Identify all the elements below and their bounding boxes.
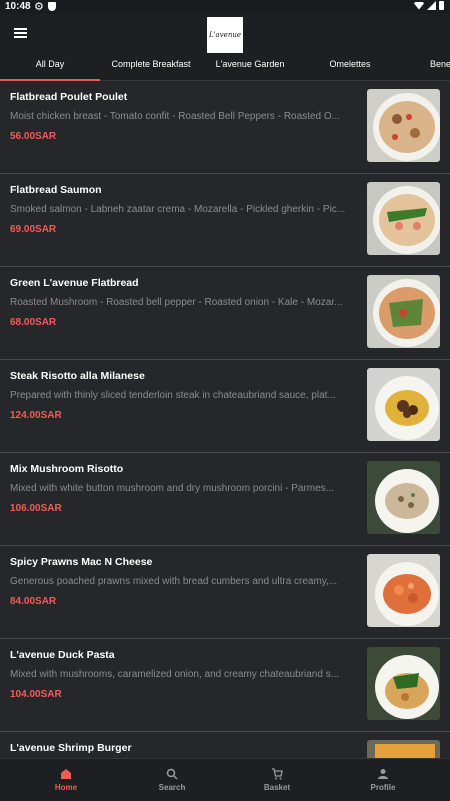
status-time: 10:48	[5, 1, 31, 12]
item-photo	[367, 368, 440, 441]
nav-profile[interactable]: Profile	[333, 759, 433, 801]
item-name: Flatbread Saumon	[10, 184, 102, 196]
category-tabs: All Day Complete Breakfast L'avenue Gard…	[0, 56, 450, 81]
item-photo	[367, 647, 440, 720]
item-description: Mixed with mushrooms, caramelized onion,…	[10, 669, 340, 680]
item-photo	[367, 461, 440, 534]
nav-profile-label: Profile	[370, 783, 396, 792]
item-name: Green L'avenue Flatbread	[10, 277, 139, 289]
menu-item[interactable]: L'avenue Duck Pasta Mixed with mushrooms…	[0, 638, 450, 732]
item-name: L'avenue Duck Pasta	[10, 649, 115, 661]
item-name: Flatbread Poulet Poulet	[10, 91, 128, 103]
item-name: Spicy Prawns Mac N Cheese	[10, 556, 153, 568]
item-name: Mix Mushroom Risotto	[10, 463, 124, 475]
bottom-nav: Home Search Basket Profile	[0, 758, 450, 801]
item-description: Roasted Mushroom - Roasted bell pepper -…	[10, 297, 343, 308]
item-photo	[367, 554, 440, 627]
tab-all-day[interactable]: All Day	[0, 56, 100, 81]
item-price: 56.00SAR	[10, 131, 57, 142]
nav-home-label: Home	[54, 783, 78, 792]
menu-item[interactable]: Flatbread Saumon Smoked salmon - Labneh …	[0, 173, 450, 267]
battery-icon	[439, 1, 444, 10]
item-price: 84.00SAR	[10, 596, 57, 607]
item-price: 104.00SAR	[10, 689, 62, 700]
nav-home[interactable]: Home	[16, 759, 116, 801]
restaurant-logo: L'avenue	[207, 17, 243, 53]
menu-icon[interactable]	[14, 28, 27, 38]
menu-item[interactable]: L'avenue Shrimp Burger	[0, 731, 450, 758]
item-price: 106.00SAR	[10, 503, 62, 514]
tab-complete-breakfast[interactable]: Complete Breakfast	[101, 56, 201, 80]
item-photo	[367, 740, 440, 758]
app-bar: L'avenue	[0, 14, 450, 56]
profile-icon	[378, 769, 388, 779]
item-description: Moist chicken breast - Tomato confit - R…	[10, 111, 340, 122]
settings-icon: ⚙	[34, 1, 44, 13]
item-name: L'avenue Shrimp Burger	[10, 742, 132, 754]
cart-icon	[272, 768, 283, 780]
item-name: Steak Risotto alla Milanese	[10, 370, 145, 382]
nav-basket[interactable]: Basket	[227, 759, 327, 801]
shield-icon	[48, 2, 56, 11]
menu-item[interactable]: Green L'avenue Flatbread Roasted Mushroo…	[0, 266, 450, 360]
logo-text: L'avenue	[208, 31, 241, 39]
item-description: Mixed with white button mushroom and dry…	[10, 483, 335, 494]
menu-item[interactable]: Flatbread Poulet Poulet Moist chicken br…	[0, 80, 450, 174]
item-description: Smoked salmon - Labneh zaatar crema - Mo…	[10, 204, 346, 215]
nav-search[interactable]: Search	[122, 759, 222, 801]
nav-basket-label: Basket	[263, 783, 291, 792]
home-icon	[61, 769, 71, 779]
item-photo	[367, 89, 440, 162]
item-photo	[367, 275, 440, 348]
search-icon	[166, 768, 178, 780]
nav-search-label: Search	[158, 783, 186, 792]
menu-item[interactable]: Steak Risotto alla Milanese Prepared wit…	[0, 359, 450, 453]
item-description: Prepared with thinly sliced tenderloin s…	[10, 390, 336, 401]
tab-bene[interactable]: Bene	[430, 56, 450, 80]
wifi-icon	[414, 1, 424, 10]
signal-icon	[427, 1, 436, 10]
menu-item[interactable]: Mix Mushroom Risotto Mixed with white bu…	[0, 452, 450, 546]
menu-list: Flatbread Poulet Poulet Moist chicken br…	[0, 80, 450, 758]
item-price: 69.00SAR	[10, 224, 57, 235]
item-price: 124.00SAR	[10, 410, 62, 421]
tab-omelettes[interactable]: Omelettes	[300, 56, 400, 80]
item-price: 68.00SAR	[10, 317, 57, 328]
menu-item[interactable]: Spicy Prawns Mac N Cheese Generous poach…	[0, 545, 450, 639]
tab-lavenue-garden[interactable]: L'avenue Garden	[200, 56, 300, 80]
item-description: Generous poached prawns mixed with bread…	[10, 576, 338, 587]
status-bar: 10:48 ⚙	[0, 0, 450, 14]
status-icons	[414, 1, 444, 10]
item-photo	[367, 182, 440, 255]
